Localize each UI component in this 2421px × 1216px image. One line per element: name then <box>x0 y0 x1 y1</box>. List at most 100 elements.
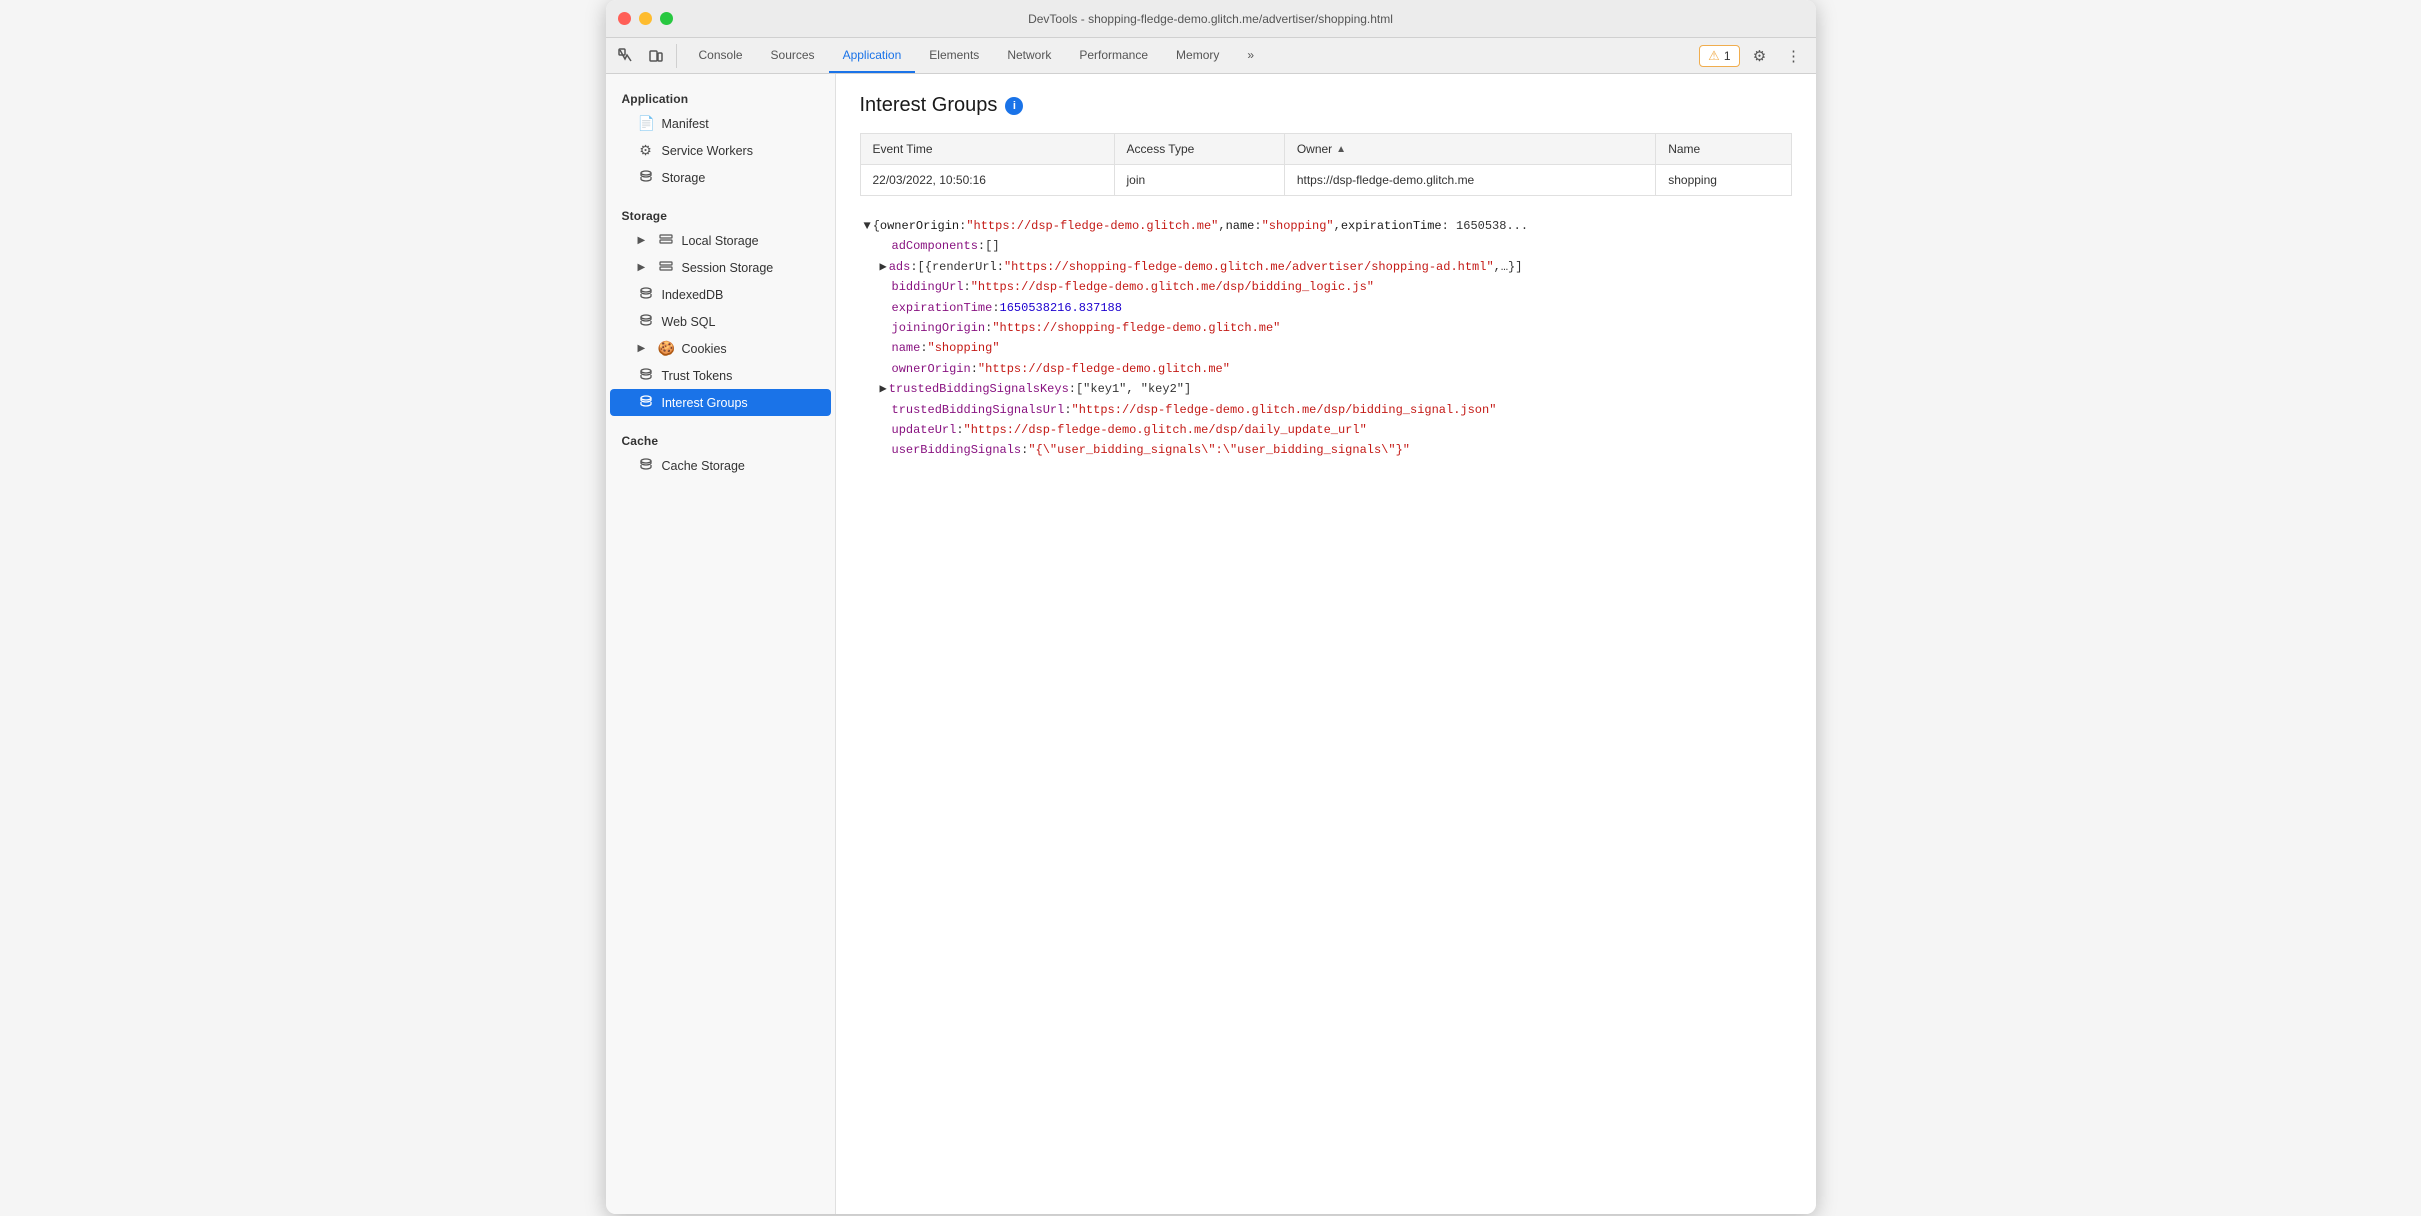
main-layout: Application 📄 Manifest ⚙ Service Workers… <box>606 74 1816 1214</box>
trust-tokens-icon <box>638 367 654 384</box>
col-access-type[interactable]: Access Type <box>1114 134 1284 165</box>
json-expand-icon[interactable]: ▼ <box>864 216 871 236</box>
tab-performance[interactable]: Performance <box>1065 38 1162 73</box>
inspect-icon[interactable] <box>614 44 638 68</box>
sidebar-item-label: IndexedDB <box>662 288 724 302</box>
tab-elements[interactable]: Elements <box>915 38 993 73</box>
warning-icon: ⚠ <box>1708 48 1720 64</box>
sidebar-item-label: Service Workers <box>662 144 753 158</box>
sidebar-item-label: Storage <box>662 171 706 185</box>
sidebar-section-application: Application <box>606 82 835 110</box>
toolbar-right: ⚠ 1 ⚙ ⋮ <box>1699 42 1807 70</box>
sidebar-item-indexeddb[interactable]: IndexedDB <box>610 281 831 308</box>
table-body: 22/03/2022, 10:50:16 join https://dsp-fl… <box>860 165 1791 196</box>
sort-asc-icon: ▲ <box>1336 144 1346 155</box>
col-name[interactable]: Name <box>1656 134 1791 165</box>
service-workers-icon: ⚙ <box>638 142 654 159</box>
warning-count: 1 <box>1724 49 1731 63</box>
json-line-expirationtime: expirationTime : 1650538216.837188 <box>876 298 1792 318</box>
tab-sources[interactable]: Sources <box>757 38 829 73</box>
sidebar-item-label: Cookies <box>682 342 727 356</box>
storage-app-icon <box>638 169 654 186</box>
window-controls <box>618 12 673 25</box>
local-storage-icon <box>658 232 674 249</box>
titlebar-title: DevTools - shopping-fledge-demo.glitch.m… <box>1028 12 1393 26</box>
cookies-icon: 🍪 <box>658 340 674 357</box>
close-button[interactable] <box>618 12 631 25</box>
sidebar-item-cookies[interactable]: ▶ 🍪 Cookies <box>610 335 831 362</box>
toolbar-icons <box>614 44 677 68</box>
interest-groups-table: Event Time Access Type Owner ▲ Name <box>860 133 1792 196</box>
titlebar: DevTools - shopping-fledge-demo.glitch.m… <box>606 0 1816 38</box>
json-body: adComponents : [] ▶ ads : [{renderUrl: "… <box>876 236 1792 460</box>
session-storage-icon <box>658 259 674 276</box>
interest-groups-icon <box>638 394 654 411</box>
json-line-ads[interactable]: ▶ ads : [{renderUrl: "https://shopping-f… <box>876 257 1792 277</box>
cell-name: shopping <box>1656 165 1791 196</box>
json-line-userbiddingsignals: userBiddingSignals : "{\"user_bidding_si… <box>876 440 1792 460</box>
page-title: Interest Groups <box>860 94 998 117</box>
cell-access-type: join <box>1114 165 1284 196</box>
json-line-trustedbiddingsignalskeys[interactable]: ▶ trustedBiddingSignalsKeys : ["key1", "… <box>876 379 1792 399</box>
toolbar: Console Sources Application Elements Net… <box>606 38 1816 74</box>
table-header: Event Time Access Type Owner ▲ Name <box>860 134 1791 165</box>
sidebar-item-label: Web SQL <box>662 315 716 329</box>
json-line-trustedbiddingsignalsurl: trustedBiddingSignalsUrl : "https://dsp-… <box>876 400 1792 420</box>
sidebar-item-manifest[interactable]: 📄 Manifest <box>610 110 831 137</box>
sidebar-item-cache-storage[interactable]: Cache Storage <box>610 452 831 479</box>
maximize-button[interactable] <box>660 12 673 25</box>
interest-groups-heading: Interest Groups i <box>860 94 1792 117</box>
devtools-window: DevTools - shopping-fledge-demo.glitch.m… <box>606 0 1816 1214</box>
sidebar-item-service-workers[interactable]: ⚙ Service Workers <box>610 137 831 164</box>
cell-event-time: 22/03/2022, 10:50:16 <box>860 165 1114 196</box>
sidebar-item-trust-tokens[interactable]: Trust Tokens <box>610 362 831 389</box>
indexeddb-icon <box>638 286 654 303</box>
more-options-button[interactable]: ⋮ <box>1780 42 1808 70</box>
json-detail-panel: ▼ { ownerOrigin : "https://dsp-fledge-de… <box>860 212 1792 465</box>
json-line-updateurl: updateUrl : "https://dsp-fledge-demo.gli… <box>876 420 1792 440</box>
sidebar: Application 📄 Manifest ⚙ Service Workers… <box>606 74 836 1214</box>
sidebar-item-label: Session Storage <box>682 261 774 275</box>
cache-storage-icon <box>638 457 654 474</box>
settings-button[interactable]: ⚙ <box>1746 42 1774 70</box>
sidebar-item-label: Trust Tokens <box>662 369 733 383</box>
tab-network[interactable]: Network <box>993 38 1065 73</box>
table-row[interactable]: 22/03/2022, 10:50:16 join https://dsp-fl… <box>860 165 1791 196</box>
sidebar-item-local-storage[interactable]: ▶ Local Storage <box>610 227 831 254</box>
col-owner[interactable]: Owner ▲ <box>1284 134 1655 165</box>
web-sql-icon <box>638 313 654 330</box>
json-expand-ads-icon[interactable]: ▶ <box>880 257 887 277</box>
info-icon[interactable]: i <box>1005 97 1023 115</box>
tab-application[interactable]: Application <box>829 38 916 73</box>
content-area: Interest Groups i Event Time Access Type… <box>836 74 1816 1214</box>
tab-more[interactable]: » <box>1233 38 1268 73</box>
json-line-name: name : "shopping" <box>876 338 1792 358</box>
sidebar-item-label: Manifest <box>662 117 709 131</box>
tab-memory[interactable]: Memory <box>1162 38 1233 73</box>
sidebar-section-storage: Storage <box>606 199 835 227</box>
json-line-adcomponents: adComponents : [] <box>876 236 1792 256</box>
tab-console[interactable]: Console <box>685 38 757 73</box>
sidebar-item-label: Cache Storage <box>662 459 745 473</box>
sidebar-item-label: Interest Groups <box>662 396 748 410</box>
expand-icon: ▶ <box>638 343 650 354</box>
minimize-button[interactable] <box>639 12 652 25</box>
manifest-icon: 📄 <box>638 115 654 132</box>
json-line-joiningorigin: joiningOrigin : "https://shopping-fledge… <box>876 318 1792 338</box>
warning-badge[interactable]: ⚠ 1 <box>1699 45 1739 67</box>
sidebar-item-session-storage[interactable]: ▶ Session Storage <box>610 254 831 281</box>
sidebar-item-web-sql[interactable]: Web SQL <box>610 308 831 335</box>
sidebar-item-storage-app[interactable]: Storage <box>610 164 831 191</box>
toolbar-tabs: Console Sources Application Elements Net… <box>685 38 1269 73</box>
json-line-ownerorigin: ownerOrigin : "https://dsp-fledge-demo.g… <box>876 359 1792 379</box>
json-root-line[interactable]: ▼ { ownerOrigin : "https://dsp-fledge-de… <box>860 216 1792 236</box>
sidebar-section-cache: Cache <box>606 424 835 452</box>
json-expand-tbsk-icon[interactable]: ▶ <box>880 379 887 399</box>
device-icon[interactable] <box>644 44 668 68</box>
col-event-time[interactable]: Event Time <box>860 134 1114 165</box>
expand-icon: ▶ <box>638 262 650 273</box>
json-line-biddingurl: biddingUrl : "https://dsp-fledge-demo.gl… <box>876 277 1792 297</box>
expand-icon: ▶ <box>638 235 650 246</box>
sidebar-item-interest-groups[interactable]: Interest Groups <box>610 389 831 416</box>
cell-owner: https://dsp-fledge-demo.glitch.me <box>1284 165 1655 196</box>
